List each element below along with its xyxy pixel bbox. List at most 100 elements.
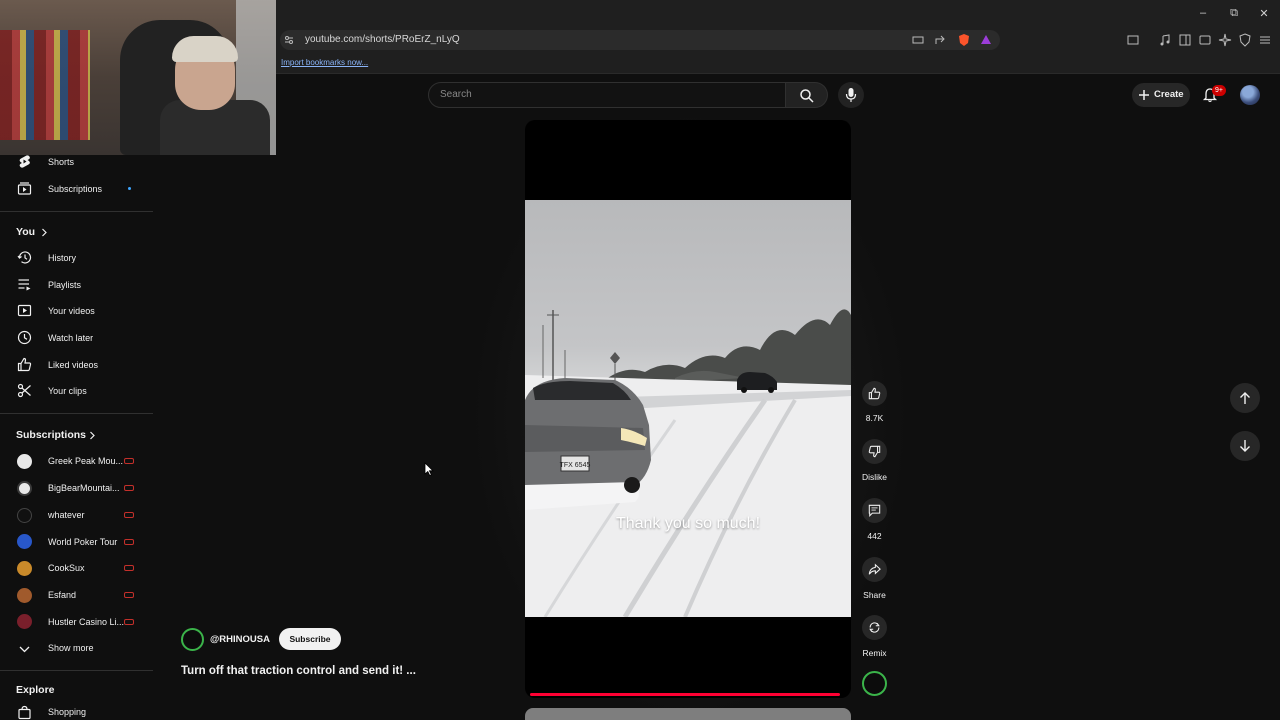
sidebar-subscriptions-heading[interactable]: Subscriptions — [0, 423, 153, 447]
sidebar-item-label: Esfand — [48, 590, 77, 600]
thumbs-up-icon — [868, 387, 881, 400]
live-icon — [124, 539, 134, 545]
channel-name[interactable]: @RHINOUSA — [210, 634, 270, 645]
sidebar-divider — [0, 413, 153, 414]
sidebar-divider — [0, 670, 153, 671]
sidebar-subscription-cooksux[interactable]: CookSux — [0, 555, 153, 581]
previous-short-button[interactable] — [1230, 383, 1260, 413]
mouse-cursor-icon — [424, 462, 434, 476]
sidebar-subscription-world-poker-tour[interactable]: World Poker Tour — [0, 528, 153, 554]
sidebar-show-more[interactable]: Show more — [0, 635, 153, 661]
arrow-up-icon — [1240, 392, 1250, 404]
share-button[interactable] — [862, 557, 887, 582]
you-heading: You — [16, 226, 36, 238]
shopping-bag-icon — [18, 705, 31, 720]
sidebar-item-your-clips[interactable]: Your clips — [0, 378, 153, 404]
sidebar-item-label: CookSux — [48, 563, 85, 573]
clock-icon — [17, 330, 32, 345]
channel-avatar-button[interactable] — [862, 671, 887, 696]
live-icon — [124, 458, 134, 464]
like-button[interactable] — [862, 381, 887, 406]
restore-icon[interactable]: ⧉ — [1227, 7, 1241, 20]
sidebar-subscription-bigbear[interactable]: BigBearMountai... — [0, 475, 153, 501]
sidebar-divider — [0, 211, 153, 212]
sidebar-subscription-whatever[interactable]: whatever — [0, 502, 153, 528]
your-videos-icon — [17, 304, 32, 317]
subscribe-label: Subscribe — [289, 634, 331, 644]
import-bookmarks-link[interactable]: Import bookmarks now... — [281, 58, 368, 67]
sidebar-item-label: Your videos — [48, 306, 95, 316]
sidebar-item-label: Your clips — [48, 386, 87, 396]
menu-icon[interactable] — [1258, 33, 1272, 47]
sidebar-item-label: whatever — [48, 510, 85, 520]
wallet-icon[interactable] — [1198, 33, 1212, 47]
dislike-button[interactable] — [862, 439, 887, 464]
sidebar-subscription-hustler-casino[interactable]: Hustler Casino Li... — [0, 608, 153, 634]
sidebar-item-history[interactable]: History — [0, 245, 153, 271]
short-title[interactable]: Turn off that traction control and send … — [181, 665, 416, 677]
account-avatar[interactable] — [1240, 85, 1260, 105]
comment-icon — [868, 504, 881, 517]
voice-search-button[interactable] — [838, 82, 864, 108]
sidebar-item-subscriptions[interactable]: Subscriptions — [0, 175, 153, 201]
remix-label: Remix — [862, 648, 887, 658]
channel-avatar — [17, 454, 32, 469]
notification-count-badge: 9+ — [1212, 85, 1226, 96]
search-icon — [800, 89, 814, 103]
search-button[interactable] — [786, 82, 828, 108]
shorts-icon — [19, 155, 30, 168]
channel-avatar[interactable] — [181, 628, 204, 651]
sidebar-item-your-videos[interactable]: Your videos — [0, 298, 153, 324]
remix-button[interactable] — [862, 615, 887, 640]
webcam-overlay — [0, 0, 276, 155]
sidebar-subscription-esfand[interactable]: Esfand — [0, 582, 153, 608]
leo-ai-icon[interactable] — [1218, 33, 1232, 47]
microphone-icon — [845, 88, 857, 102]
channel-avatar — [17, 481, 32, 496]
playlists-icon — [18, 279, 31, 291]
cast-icon[interactable] — [911, 33, 925, 47]
close-icon[interactable]: ✕ — [1257, 7, 1271, 20]
video-progress-bar[interactable] — [530, 693, 840, 696]
history-icon — [17, 251, 32, 264]
search-input[interactable] — [428, 82, 786, 108]
sidebar-item-watch-later[interactable]: Watch later — [0, 325, 153, 351]
sidebar-you-heading[interactable]: You — [0, 219, 153, 243]
next-short-preview[interactable] — [525, 708, 851, 720]
media-control-icon[interactable] — [1158, 33, 1172, 47]
sidebar-item-liked-videos[interactable]: Liked videos — [0, 351, 153, 377]
vpn-shield-icon[interactable] — [1238, 33, 1252, 47]
minimize-icon[interactable]: – — [1196, 7, 1210, 19]
live-icon — [124, 565, 134, 571]
sidebar-item-label: Shopping — [48, 707, 87, 717]
sidebar-subscription-greek-peak[interactable]: Greek Peak Mou... — [0, 448, 153, 474]
subscriptions-heading: Subscriptions — [16, 429, 87, 441]
site-info-icon[interactable] — [284, 35, 294, 45]
sidebar-item-label: Show more — [48, 643, 94, 653]
share-page-icon[interactable] — [933, 33, 947, 47]
plus-icon — [1139, 90, 1149, 100]
chevron-right-icon — [42, 228, 47, 237]
comments-button[interactable] — [862, 498, 887, 523]
dislike-label: Dislike — [861, 472, 888, 482]
share-label: Share — [863, 590, 886, 600]
short-video-player[interactable]: TFX 6545 — [525, 120, 851, 698]
tab-search-icon[interactable] — [1126, 33, 1140, 47]
rewards-icon[interactable] — [979, 33, 993, 47]
sidebar-item-label: Hustler Casino Li... — [48, 617, 125, 627]
sidebar-toggle-icon[interactable] — [1178, 33, 1192, 47]
chevron-down-icon — [19, 646, 30, 653]
sidebar-item-label: Playlists — [48, 280, 82, 290]
live-icon — [124, 619, 134, 625]
snowy-road-scene: TFX 6545 — [525, 309, 851, 617]
brave-shield-icon[interactable] — [957, 33, 971, 47]
sidebar-item-label: World Poker Tour — [48, 537, 118, 547]
url-text[interactable]: youtube.com/shorts/PRoErZ_nLyQ — [305, 34, 460, 45]
next-short-button[interactable] — [1230, 431, 1260, 461]
sidebar-item-playlists[interactable]: Playlists — [0, 271, 153, 297]
channel-avatar — [17, 561, 32, 576]
share-icon — [868, 563, 881, 575]
bookmarks-bar — [276, 52, 1280, 74]
sidebar-item-shopping[interactable]: Shopping — [0, 702, 153, 720]
sidebar-item-shorts[interactable]: Shorts — [0, 149, 153, 175]
